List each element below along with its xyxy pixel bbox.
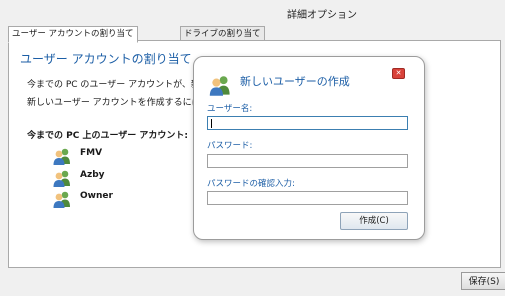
save-button[interactable]: 保存(S) <box>461 272 505 290</box>
username-label: ユーザー名: <box>207 104 253 114</box>
users-icon <box>209 76 230 96</box>
account-name: Owner <box>80 191 113 201</box>
panel-heading: ユーザー アカウントの割り当て <box>20 52 192 66</box>
window-title: 詳細オプション <box>287 10 357 21</box>
password-label: パスワード: <box>207 141 253 151</box>
text-caret <box>211 119 212 128</box>
create-button[interactable]: 作成(C) <box>340 212 408 230</box>
username-field[interactable] <box>207 116 408 130</box>
account-name: Azby <box>80 170 105 180</box>
new-user-dialog: 新しいユーザーの作成 ✕ ユーザー名: パスワード: パスワードの確認入力: 作… <box>193 56 425 240</box>
users-icon <box>53 148 70 165</box>
users-icon <box>53 191 70 208</box>
confirm-password-label: パスワードの確認入力: <box>207 179 295 189</box>
close-icon[interactable]: ✕ <box>392 68 405 79</box>
confirm-password-field[interactable] <box>207 191 408 205</box>
password-field[interactable] <box>207 154 408 168</box>
dialog-title: 新しいユーザーの作成 <box>240 75 350 88</box>
users-icon <box>53 170 70 187</box>
title-bar: 詳細オプション <box>0 0 505 24</box>
tab-user-accounts[interactable]: ユーザー アカウントの割り当て <box>8 26 138 43</box>
account-name: FMV <box>80 148 103 158</box>
accounts-heading: 今までの PC 上のユーザー アカウント: <box>27 131 189 141</box>
